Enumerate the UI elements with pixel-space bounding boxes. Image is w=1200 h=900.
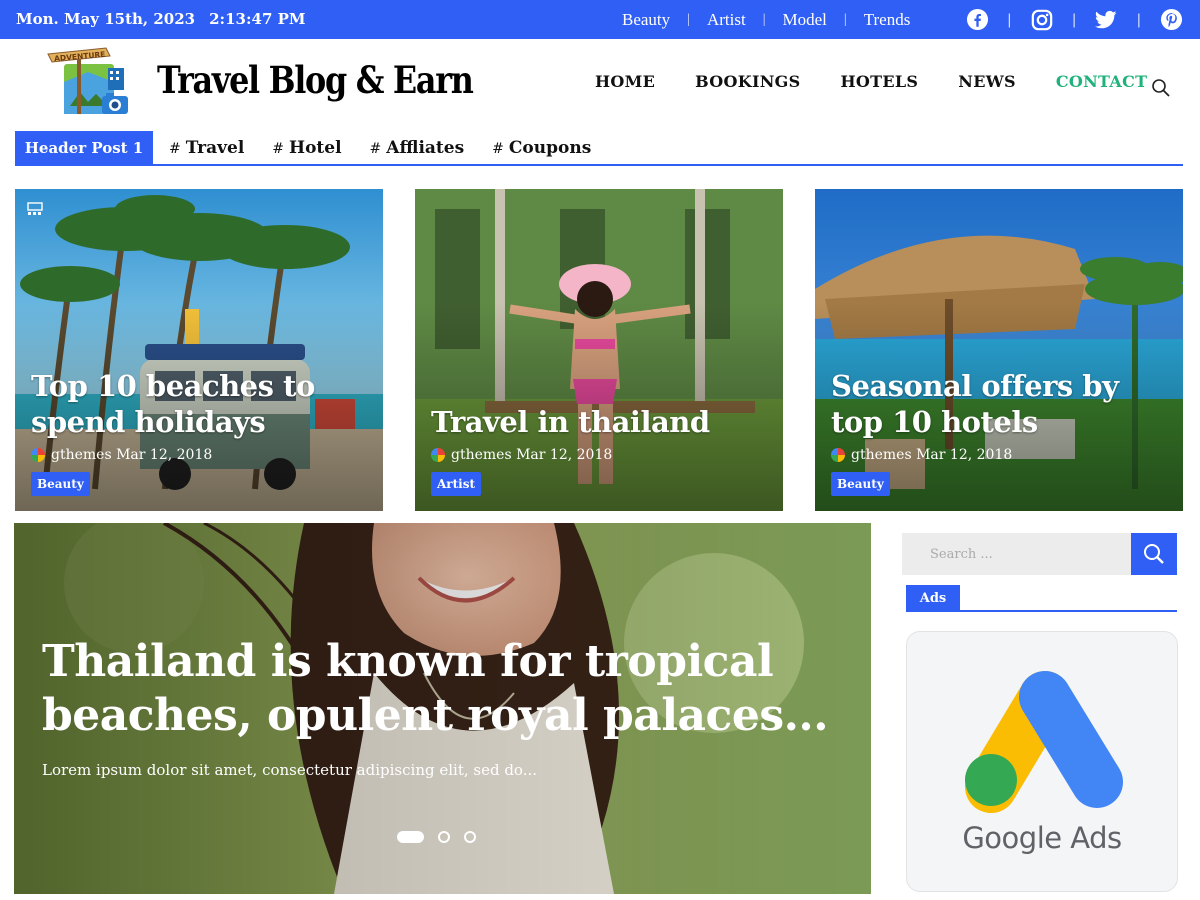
divider: | <box>1007 11 1012 28</box>
tag-label: Hotel <box>289 137 342 158</box>
tag-bar-heading: Header Post 1 <box>15 131 153 164</box>
site-logo[interactable]: ADVENTURE <box>44 46 134 124</box>
top-nav: Beauty | Artist | Model | Trends <box>622 0 910 39</box>
tag-affliates[interactable]: # Affliates <box>370 138 465 158</box>
search-icon <box>1144 544 1164 564</box>
current-time: 2:13:47 PM <box>209 10 306 28</box>
divider: | <box>1071 11 1077 28</box>
search-icon[interactable] <box>1151 78 1171 98</box>
post-card[interactable]: Seasonal offers by top 10 hotels gthemes… <box>815 189 1183 511</box>
nav-contact[interactable]: CONTACT <box>1056 72 1147 91</box>
author-avatar <box>831 448 845 462</box>
hash-icon: # <box>369 140 382 157</box>
post-meta: gthemes Mar 12, 2018 <box>431 447 612 463</box>
post-category-badge[interactable]: Beauty <box>31 472 90 496</box>
social-links: | | | <box>960 0 1188 39</box>
post-author[interactable]: gthemes <box>51 447 112 463</box>
google-ads-banner[interactable]: Google Ads <box>906 631 1178 892</box>
post-card[interactable]: Top 10 beaches to spend holidays gthemes… <box>15 189 383 511</box>
divider: | <box>1136 11 1142 28</box>
main-nav: HOME BOOKINGS HOTELS NEWS CONTACT <box>595 72 1187 91</box>
tag-label: Affliates <box>386 137 465 158</box>
tag-hotel[interactable]: # Hotel <box>272 138 341 158</box>
nav-bookings[interactable]: BOOKINGS <box>695 72 800 91</box>
post-date: Mar 12, 2018 <box>116 447 213 463</box>
post-title[interactable]: Seasonal offers by top 10 hotels <box>831 368 1171 440</box>
divider: | <box>687 11 690 27</box>
ads-widget-header: Ads <box>906 585 1177 612</box>
top-link-trends[interactable]: Trends <box>864 10 911 30</box>
author-avatar <box>431 448 445 462</box>
ads-heading: Ads <box>906 585 960 610</box>
tag-travel[interactable]: # Travel <box>169 138 244 158</box>
hash-icon: # <box>492 140 504 157</box>
top-link-model[interactable]: Model <box>783 10 827 30</box>
post-meta: gthemes Mar 12, 2018 <box>31 447 212 463</box>
search-input[interactable] <box>902 533 1132 575</box>
gallery-format-icon <box>27 201 43 215</box>
post-author[interactable]: gthemes <box>451 447 512 463</box>
top-bar: Mon. May 15th, 2023 2:13:47 PM Beauty | A… <box>0 0 1200 39</box>
sidebar-search <box>902 533 1177 575</box>
instagram-icon[interactable] <box>1025 0 1059 39</box>
ad-text: Google Ads <box>962 821 1122 855</box>
post-author[interactable]: gthemes <box>851 447 912 463</box>
tag-label: Coupons <box>508 137 592 158</box>
tag-label: Travel <box>185 137 245 158</box>
twitter-icon[interactable] <box>1089 0 1123 39</box>
post-title[interactable]: Travel in thailand <box>431 404 761 440</box>
top-link-beauty[interactable]: Beauty <box>622 10 670 30</box>
pinterest-icon[interactable] <box>1154 0 1188 39</box>
post-category-badge[interactable]: Artist <box>431 472 482 496</box>
top-link-artist[interactable]: Artist <box>707 10 746 30</box>
site-title[interactable]: Travel Blog & Earn <box>157 58 474 102</box>
search-button[interactable] <box>1131 533 1177 575</box>
post-meta: gthemes Mar 12, 2018 <box>831 447 1012 463</box>
nav-news[interactable]: NEWS <box>958 72 1016 91</box>
date-time: Mon. May 15th, 2023 2:13:47 PM <box>16 0 306 39</box>
google-ads-logo-icon <box>965 671 1123 813</box>
nav-hotels[interactable]: HOTELS <box>841 72 919 91</box>
tag-coupons[interactable]: # Coupons <box>492 138 591 158</box>
author-avatar <box>31 448 45 462</box>
tag-bar: Header Post 1 # Travel # Hotel # Affliates … <box>15 131 1183 166</box>
divider: | <box>843 11 847 27</box>
post-category-badge[interactable]: Beauty <box>831 472 890 496</box>
post-card[interactable]: Travel in thailand gthemes Mar 12, 2018 … <box>415 189 783 511</box>
divider: | <box>762 11 766 27</box>
nav-home[interactable]: HOME <box>595 72 655 91</box>
slider-dots <box>397 831 490 843</box>
hash-icon: # <box>169 140 181 157</box>
slider-dot-1[interactable] <box>397 831 424 843</box>
hash-icon: # <box>272 140 285 157</box>
slider-dot-2[interactable] <box>438 831 450 843</box>
hero-excerpt: Lorem ipsum dolor sit amet, consectetur … <box>42 761 537 779</box>
post-date: Mar 12, 2018 <box>916 447 1013 463</box>
slider-dot-3[interactable] <box>464 831 476 843</box>
hero-title[interactable]: Thailand is known for tropical beaches, … <box>42 635 842 743</box>
facebook-icon[interactable] <box>960 0 994 39</box>
post-date: Mar 12, 2018 <box>516 447 613 463</box>
tag-list: # Travel # Hotel # Affliates # Coupons <box>169 131 619 164</box>
current-date: Mon. May 15th, 2023 <box>16 10 196 28</box>
post-title[interactable]: Top 10 beaches to spend holidays <box>31 368 361 440</box>
hero-slider[interactable]: Thailand is known for tropical beaches, … <box>14 523 871 894</box>
